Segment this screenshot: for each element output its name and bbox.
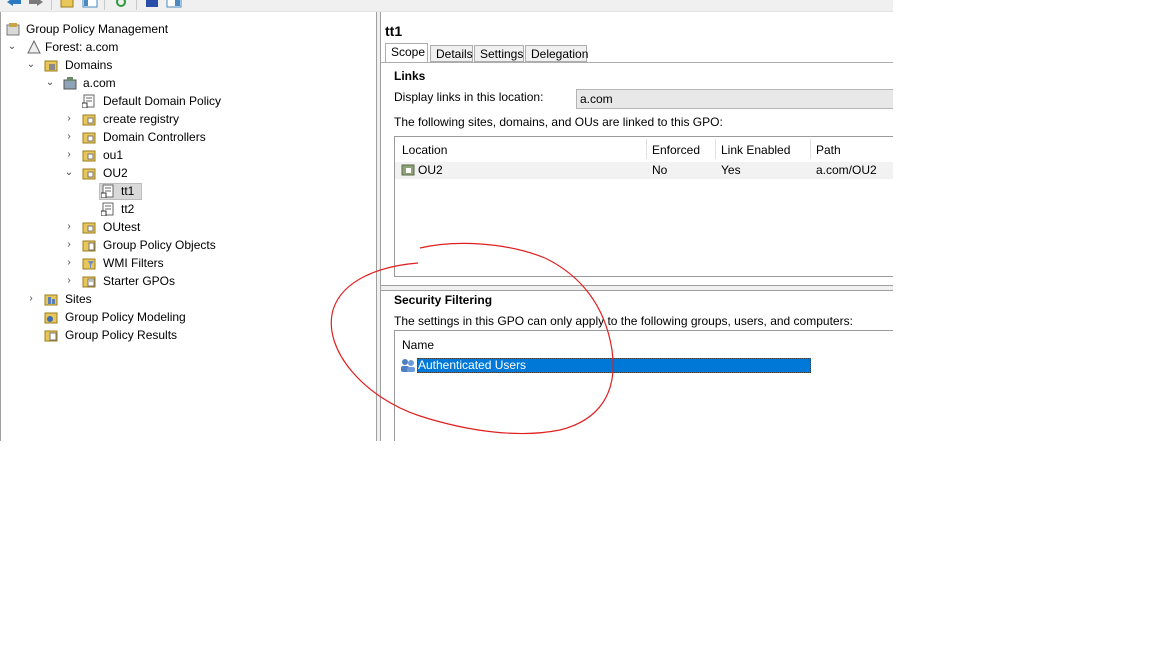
domain-icon <box>63 77 77 90</box>
ou-folder-icon <box>82 132 96 144</box>
back-arrow-icon[interactable] <box>5 0 23 9</box>
column-header-name[interactable]: Name <box>402 335 434 355</box>
chevron-right-icon[interactable]: › <box>64 128 74 146</box>
chevron-down-icon[interactable]: ⌄ <box>64 164 74 182</box>
modeling-icon <box>44 312 58 324</box>
gpm-console-icon <box>6 23 20 36</box>
gpo-link-icon <box>101 184 114 198</box>
ou-folder-icon <box>82 150 96 162</box>
table-row[interactable]: OU2 No Yes a.com/OU2 <box>395 162 893 179</box>
security-filtering-table: Name Authenticated Users <box>394 330 893 441</box>
tree-label-sites: Sites <box>65 292 92 306</box>
results-icon <box>44 330 58 342</box>
display-links-label: Display links in this location: <box>394 90 544 104</box>
forward-arrow-icon[interactable] <box>27 0 45 9</box>
ou-icon <box>401 164 415 176</box>
tab-scope[interactable]: Scope <box>385 43 428 63</box>
starter-gpo-folder-icon <box>82 276 96 288</box>
properties-icon[interactable] <box>166 0 182 9</box>
cell-location: OU2 <box>418 163 443 177</box>
console-tree: Group Policy Management ⌄ Forest: a.com … <box>0 12 377 441</box>
cell-enforced: No <box>652 163 668 177</box>
sites-icon <box>44 294 58 306</box>
chevron-right-icon[interactable]: › <box>64 110 74 128</box>
tree-label-domains: Domains <box>65 58 113 72</box>
page-title: tt1 <box>385 23 403 39</box>
chevron-right-icon[interactable]: › <box>26 290 36 308</box>
tree-label-ou2: OU2 <box>103 166 128 180</box>
tree-label-results: Group Policy Results <box>65 328 178 342</box>
users-group-icon <box>401 359 415 372</box>
chevron-down-icon[interactable]: ⌄ <box>7 38 17 56</box>
links-heading: Links <box>394 69 426 83</box>
chevron-right-icon[interactable]: › <box>64 218 74 236</box>
tree-label-domain-controllers: Domain Controllers <box>103 130 206 144</box>
refresh-icon[interactable] <box>114 0 128 9</box>
column-header-path[interactable]: Path <box>816 140 841 160</box>
screenshot-area: Group Policy Management ⌄ Forest: a.com … <box>0 0 893 441</box>
chevron-right-icon[interactable]: › <box>64 146 74 164</box>
tree-label-root: Group Policy Management <box>26 22 169 36</box>
chevron-right-icon[interactable]: › <box>64 272 74 290</box>
tree-label-ou1: ou1 <box>103 148 124 162</box>
tree-label-default-domain-policy: Default Domain Policy <box>103 94 222 108</box>
table-row-selected[interactable]: Authenticated Users <box>417 358 811 373</box>
gpo-link-icon <box>82 94 95 108</box>
tree-label-create-registry: create registry <box>103 112 180 126</box>
tab-details[interactable]: Details <box>430 45 473 62</box>
tree-label-outest: OUtest <box>103 220 141 234</box>
chevron-down-icon[interactable]: ⌄ <box>45 74 55 92</box>
wmi-filter-folder-icon <box>82 258 96 270</box>
tree-label-starter-gpos: Starter GPOs <box>103 274 176 288</box>
ou-folder-icon <box>82 114 96 126</box>
cell-name: Authenticated Users <box>418 358 527 372</box>
column-header-link-enabled[interactable]: Link Enabled <box>721 140 790 160</box>
tree-label-domain: a.com <box>83 76 116 90</box>
ou-folder-icon <box>82 168 96 180</box>
tree-label-tt2: tt2 <box>121 202 135 216</box>
toolbar <box>0 0 893 12</box>
chevron-down-icon[interactable]: ⌄ <box>26 56 36 74</box>
tree-label-forest: Forest: a.com <box>45 40 119 54</box>
tab-settings[interactable]: Settings <box>474 45 524 62</box>
tree-label-modeling: Group Policy Modeling <box>65 310 186 324</box>
open-folder-icon[interactable] <box>60 0 74 9</box>
column-header-location[interactable]: Location <box>402 140 447 160</box>
tab-delegation[interactable]: Delegation <box>525 45 588 62</box>
chevron-right-icon[interactable]: › <box>64 236 74 254</box>
section-splitter[interactable] <box>381 285 893 291</box>
tree-label-group-policy-objects: Group Policy Objects <box>103 238 216 252</box>
help-icon[interactable] <box>145 0 159 9</box>
gpo-link-icon <box>101 202 114 216</box>
tree-label-wmi-filters: WMI Filters <box>103 256 164 270</box>
cell-link-enabled: Yes <box>721 163 741 177</box>
gpo-folder-icon <box>82 240 96 252</box>
display-links-dropdown[interactable]: a.com <box>576 89 893 109</box>
column-header-enforced[interactable]: Enforced <box>652 140 700 160</box>
show-hide-tree-icon[interactable] <box>82 0 98 9</box>
tree-label-tt1: tt1 <box>121 184 135 198</box>
forest-icon <box>27 40 41 54</box>
security-filtering-heading: Security Filtering <box>394 293 493 307</box>
domains-folder-icon <box>44 60 58 72</box>
details-pane: tt1 Scope Details Settings Delegation Li… <box>381 12 893 441</box>
chevron-right-icon[interactable]: › <box>64 254 74 272</box>
links-table: Location Enforced Link Enabled Path OU2 … <box>394 136 893 277</box>
security-filtering-description: The settings in this GPO can only apply … <box>394 314 853 328</box>
ou-folder-icon <box>82 222 96 234</box>
links-description: The following sites, domains, and OUs ar… <box>394 115 723 129</box>
cell-path: a.com/OU2 <box>816 163 877 177</box>
tab-underline <box>381 62 893 63</box>
